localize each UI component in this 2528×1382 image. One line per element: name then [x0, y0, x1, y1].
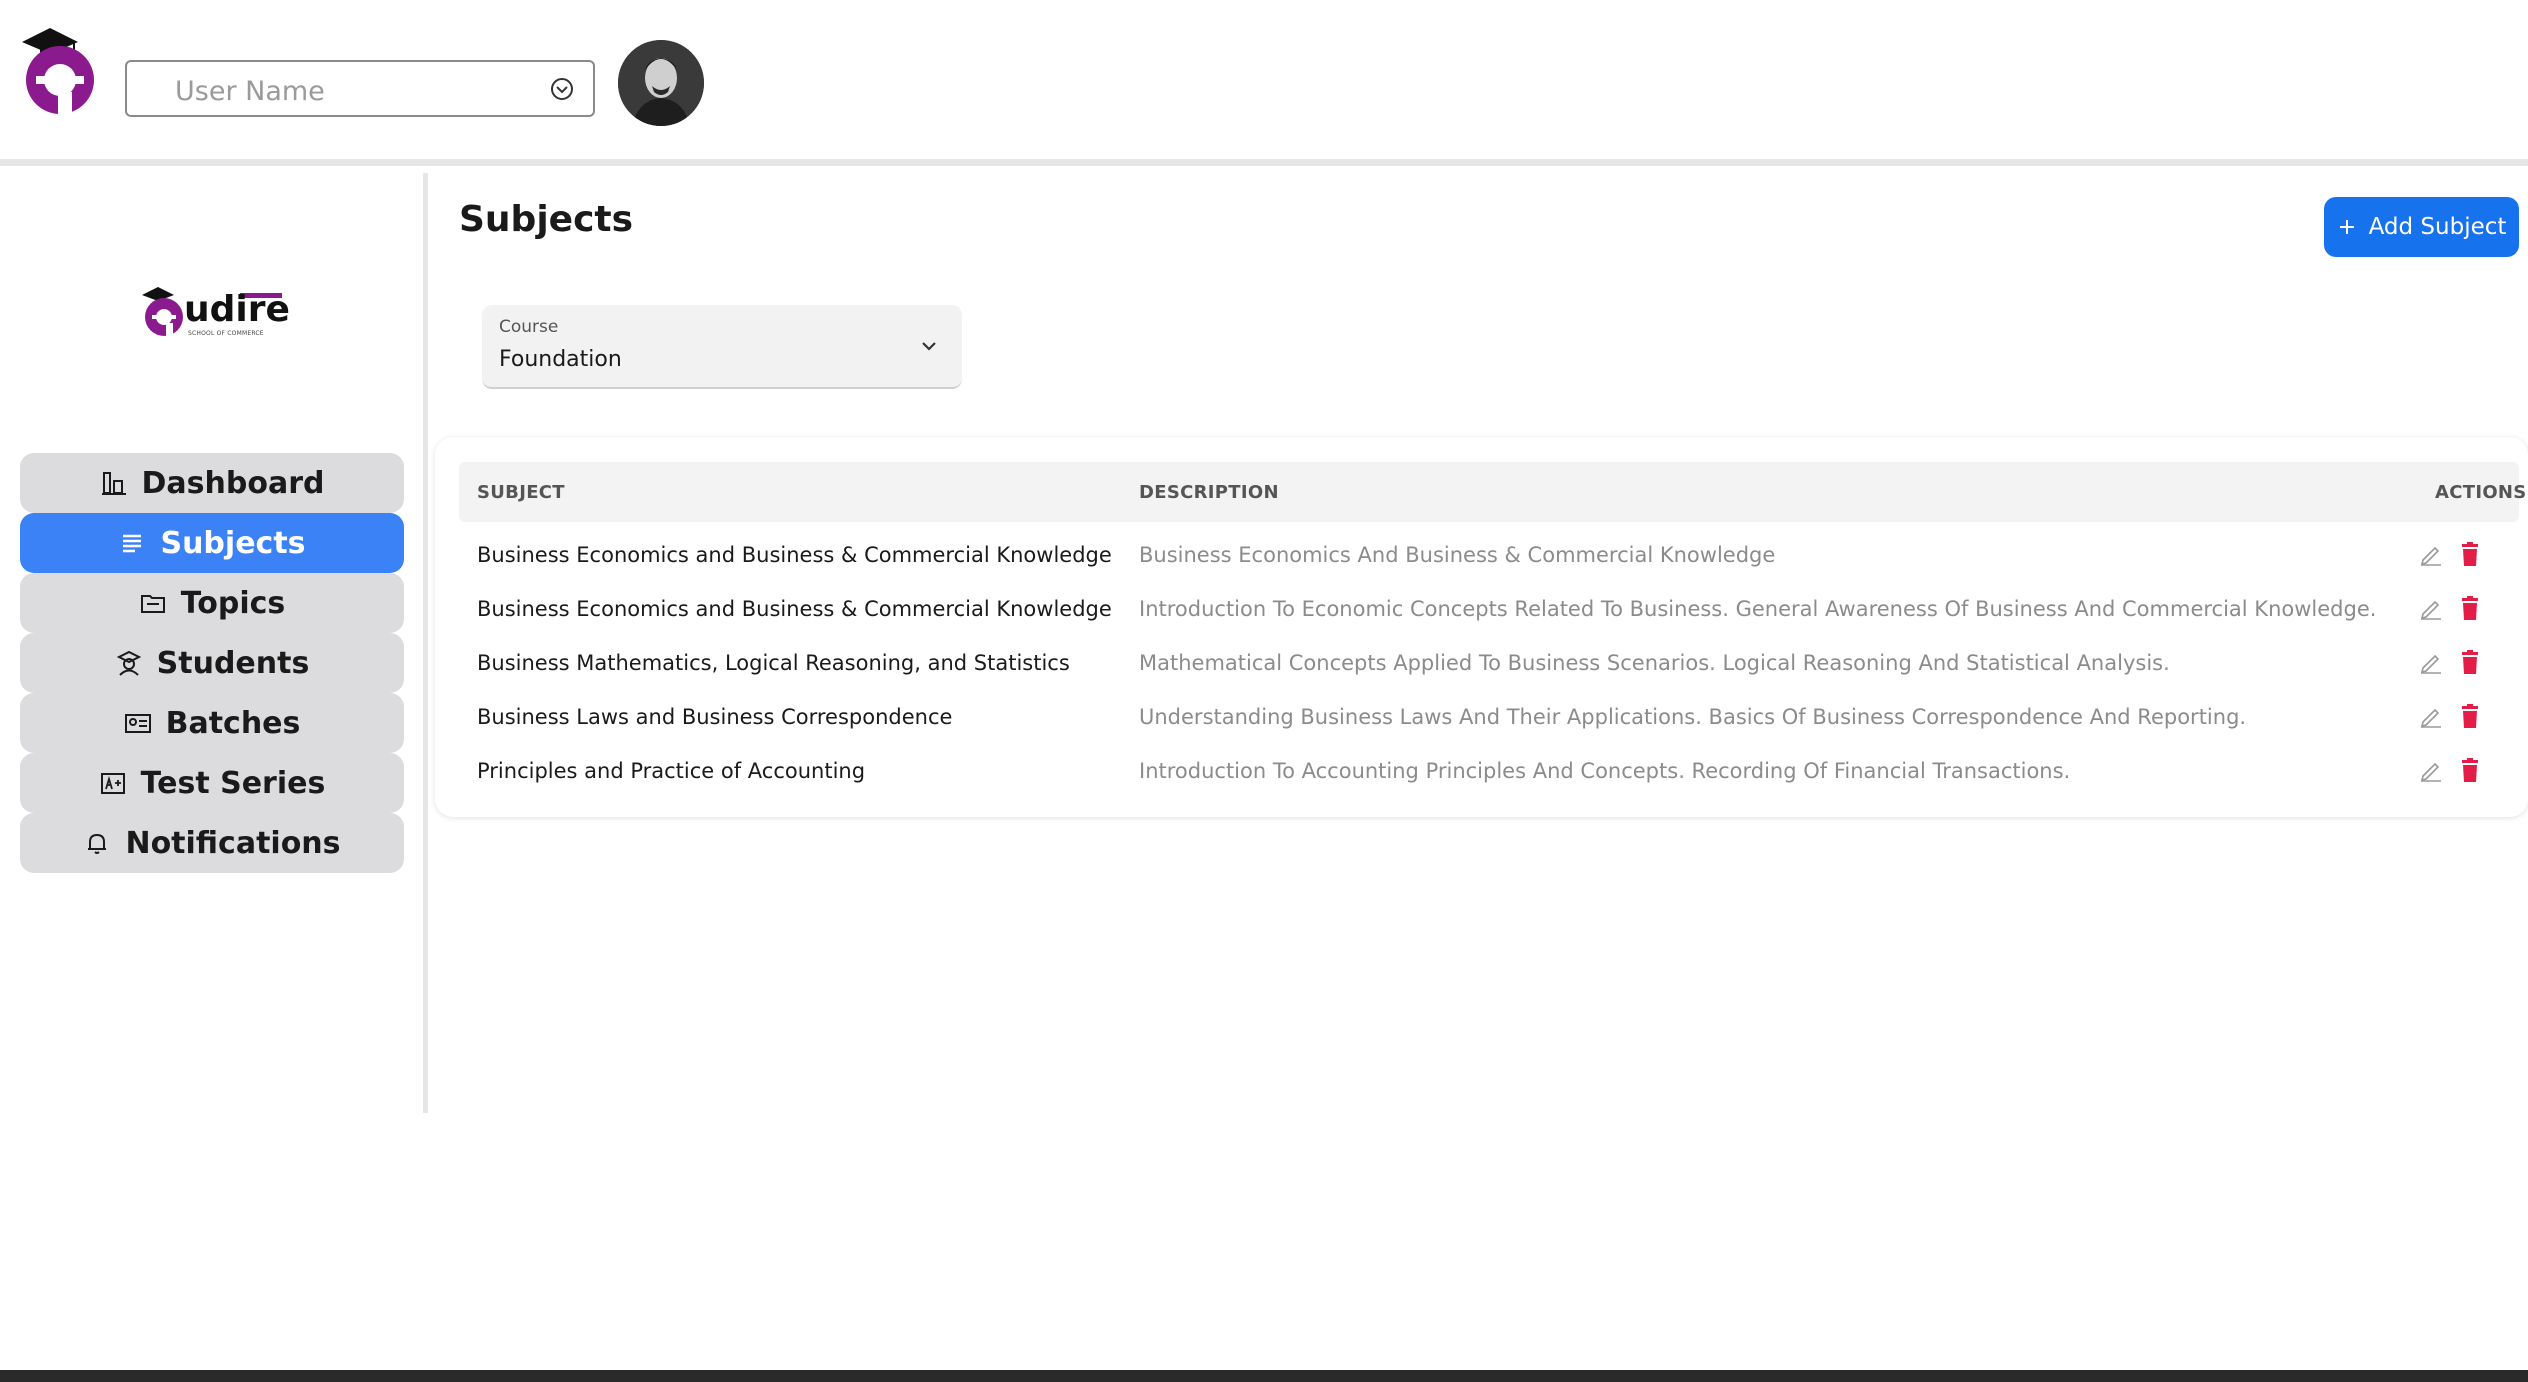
list-icon [123, 534, 142, 553]
bell-icon [88, 833, 107, 854]
description-cell: Understanding Business Laws And Their Ap… [1139, 705, 2247, 729]
avatar-image [618, 40, 704, 126]
sidebar-item-label: Test Series [140, 765, 326, 801]
edit-icon[interactable] [2418, 595, 2444, 621]
description-cell: Mathematical Concepts Applied To Busines… [1139, 651, 2170, 675]
edit-icon[interactable] [2418, 703, 2444, 729]
delete-icon[interactable] [2458, 703, 2482, 729]
table-row: Business Economics and Business & Commer… [459, 529, 2519, 583]
edit-icon[interactable] [2418, 541, 2444, 567]
sidebar-item-topics[interactable]: Topics [20, 573, 404, 633]
table-row: Business Economics and Business & Commer… [459, 583, 2519, 637]
window-bottom-edge [0, 1370, 2528, 1382]
subject-cell: Principles and Practice of Accounting [477, 759, 866, 783]
chart-icon [101, 472, 126, 495]
brand-text: udire [184, 289, 290, 330]
subject-cell: Business Laws and Business Correspondenc… [477, 705, 953, 729]
delete-icon[interactable] [2458, 649, 2482, 675]
sidebar-item-label: Dashboard [141, 465, 325, 501]
page-title: Subjects [459, 199, 634, 240]
subject-cell: Business Mathematics, Logical Reasoning,… [477, 651, 1070, 675]
subject-cell: Business Economics and Business & Commer… [477, 543, 1112, 567]
course-select-value: Foundation [499, 347, 622, 372]
plus-icon [2339, 220, 2354, 234]
sidebar-item-label: Topics [180, 585, 286, 621]
column-header-actions: ACTIONS [2435, 482, 2527, 503]
edit-icon[interactable] [2418, 757, 2444, 783]
chevron-down-circle-icon [551, 78, 573, 100]
grade-icon [100, 773, 125, 794]
main-content: Subjects Add Subject Course Foundation S… [433, 173, 2528, 1373]
app-frame: User Name udire SCHOOL OF COMMERCE Dashb… [0, 0, 2528, 1382]
table-row: Business Laws and Business Correspondenc… [459, 691, 2519, 745]
sidebar-item-notifications[interactable]: Notifications [20, 813, 404, 873]
sidebar-item-label: Batches [165, 705, 301, 741]
user-name-select[interactable]: User Name [125, 60, 595, 117]
chevron-down-icon [922, 342, 936, 351]
subject-cell: Business Economics and Business & Commer… [477, 597, 1112, 621]
description-cell: Introduction To Economic Concepts Relate… [1139, 597, 2377, 621]
user-avatar[interactable] [618, 40, 704, 126]
folder-icon [140, 595, 165, 613]
description-cell: Introduction To Accounting Principles An… [1139, 759, 2071, 783]
sidebar: udire SCHOOL OF COMMERCE Dashboard Subje… [0, 173, 428, 1113]
sidebar-item-test-series[interactable]: Test Series [20, 753, 404, 813]
audire-logo-icon[interactable] [18, 22, 102, 118]
table-row: Principles and Practice of Accounting In… [459, 745, 2519, 799]
user-name-value: User Name [175, 76, 325, 107]
column-header-description: DESCRIPTION [1139, 482, 1279, 503]
delete-icon[interactable] [2458, 541, 2482, 567]
sidebar-item-label: Notifications [125, 825, 341, 861]
student-icon [116, 650, 141, 676]
top-header: User Name [0, 0, 2528, 166]
id-card-icon [124, 714, 151, 733]
course-select-label: Course [499, 317, 559, 337]
sidebar-item-students[interactable]: Students [20, 633, 404, 693]
description-cell: Business Economics And Business & Commer… [1139, 543, 1776, 567]
delete-icon[interactable] [2458, 595, 2482, 621]
brand-subtitle: SCHOOL OF COMMERCE [188, 330, 264, 337]
sidebar-item-label: Subjects [160, 525, 306, 561]
subjects-table: SUBJECT DESCRIPTION ACTIONS Business Eco… [435, 437, 2528, 817]
column-header-subject: SUBJECT [477, 482, 565, 503]
table-row: Business Mathematics, Logical Reasoning,… [459, 637, 2519, 691]
delete-icon[interactable] [2458, 757, 2482, 783]
edit-icon[interactable] [2418, 649, 2444, 675]
add-subject-label: Add Subject [2368, 214, 2507, 240]
sidebar-item-subjects[interactable]: Subjects [20, 513, 404, 573]
sidebar-item-label: Students [156, 645, 310, 681]
table-header: SUBJECT DESCRIPTION ACTIONS [459, 462, 2526, 522]
sidebar-item-batches[interactable]: Batches [20, 693, 404, 753]
add-subject-button[interactable]: Add Subject [2324, 197, 2519, 257]
course-select[interactable]: Course Foundation [482, 305, 962, 389]
sidebar-item-dashboard[interactable]: Dashboard [20, 453, 404, 513]
